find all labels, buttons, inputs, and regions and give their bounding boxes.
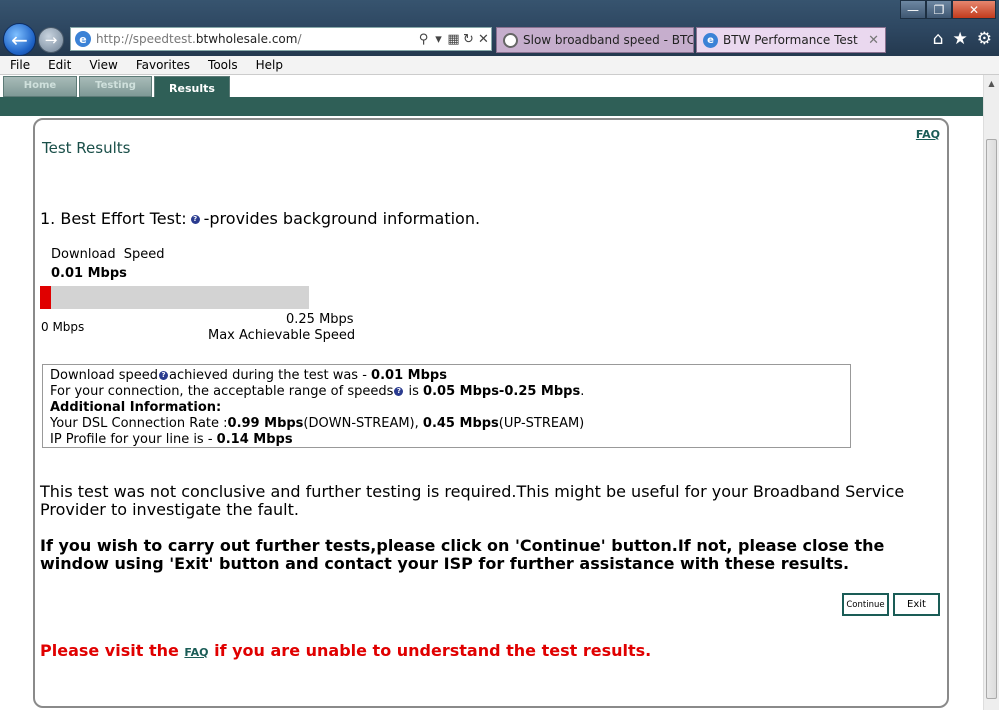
favorites-star-icon[interactable]: ★: [953, 29, 968, 49]
arrow-left-icon: ←: [11, 27, 28, 52]
compat-view-icon[interactable]: ▦: [446, 32, 461, 47]
arrow-right-icon: →: [44, 30, 58, 49]
site-nav-tabs: Home Testing Results: [0, 75, 983, 98]
stop-icon[interactable]: ✕: [476, 32, 491, 47]
tab-results[interactable]: Results: [154, 76, 230, 98]
back-button[interactable]: ←: [3, 23, 36, 56]
header-band: [0, 97, 983, 116]
additional-info-heading: Additional Information:: [50, 400, 222, 415]
tab-title: Slow broadband speed - BTCar...: [523, 33, 693, 47]
browser-tab-performance[interactable]: e BTW Performance Test ✕: [696, 27, 886, 53]
download-speed-value: 0.01 Mbps: [51, 266, 127, 281]
ie-favicon-icon: e: [75, 31, 91, 47]
dropdown-icon[interactable]: ▾: [431, 32, 446, 47]
search-icon[interactable]: ⚲: [416, 32, 431, 47]
info-line-ip-profile: IP Profile for your line is - 0.14 Mbps: [50, 432, 293, 447]
menu-file[interactable]: File: [0, 58, 38, 72]
further-tests-instructions: If you wish to carry out further tests,p…: [40, 536, 885, 573]
home-icon[interactable]: ⌂: [933, 29, 944, 49]
scrollbar-thumb[interactable]: [986, 139, 997, 699]
window-controls: — ❐ ✕: [900, 0, 996, 19]
address-url[interactable]: http://speedtest.btwholesale.com/: [96, 32, 416, 46]
close-window-button[interactable]: ✕: [952, 0, 996, 19]
results-panel: FAQ Test Results 1. Best Effort Test:? -p…: [33, 118, 949, 708]
faq-link-inline[interactable]: FAQ: [184, 646, 208, 659]
tab-testing[interactable]: Testing: [79, 76, 152, 97]
refresh-icon[interactable]: ↻: [461, 32, 476, 47]
menu-favorites[interactable]: Favorites: [126, 58, 198, 72]
best-effort-heading: 1. Best Effort Test:? -provides backgroun…: [40, 209, 481, 228]
maximize-button[interactable]: ❐: [926, 0, 952, 19]
browser-tab-btcare[interactable]: Slow broadband speed - BTCar...: [496, 27, 694, 53]
browser-chrome: ← → e http://speedtest.btwholesale.com/ …: [0, 0, 999, 56]
visit-faq-message: Please visit the FAQ if you are unable t…: [40, 641, 652, 660]
web-page: Home Testing Results FAQ Test Results 1.…: [0, 75, 983, 710]
ie-favicon-icon: e: [703, 32, 718, 48]
address-bar[interactable]: e http://speedtest.btwholesale.com/ ⚲ ▾ …: [70, 27, 492, 51]
minimize-button[interactable]: —: [900, 0, 926, 19]
gear-icon[interactable]: ⚙: [977, 29, 992, 49]
menu-help[interactable]: Help: [246, 58, 291, 72]
vertical-scrollbar[interactable]: ▲: [983, 75, 999, 710]
tab-home[interactable]: Home: [3, 76, 77, 97]
info-line-download: Download speed? achieved during the test …: [50, 368, 447, 383]
browser-toolbar-icons: ⌂ ★ ⚙: [933, 29, 992, 49]
info-icon[interactable]: ?: [190, 215, 200, 224]
info-icon[interactable]: ?: [394, 387, 404, 396]
speed-bar: [40, 286, 309, 309]
page-title: Test Results: [42, 139, 131, 157]
exit-button[interactable]: Exit: [893, 593, 940, 616]
speed-bar-fill: [40, 286, 51, 309]
faq-link[interactable]: FAQ: [916, 128, 940, 141]
continue-button[interactable]: Continue: [842, 593, 889, 616]
speed-min-label: 0 Mbps: [41, 320, 85, 334]
info-line-dsl: Your DSL Connection Rate :0.99 Mbps(DOWN…: [50, 416, 585, 431]
menu-tools[interactable]: Tools: [198, 58, 246, 72]
download-speed-label: Download Speed: [51, 247, 165, 262]
menu-view[interactable]: View: [79, 58, 125, 72]
inconclusive-message: This test was not conclusive and further…: [40, 482, 905, 519]
info-icon[interactable]: ?: [159, 371, 169, 380]
menu-bar: File Edit View Favorites Tools Help: [0, 56, 999, 75]
forward-button[interactable]: →: [38, 27, 64, 53]
speed-max-value: 0.25 Mbps: [286, 312, 354, 327]
close-tab-icon[interactable]: ✕: [868, 33, 879, 48]
loading-icon: [503, 32, 518, 48]
speed-max-label: Max Achievable Speed: [208, 328, 356, 343]
results-info-box: Download speed? achieved during the test …: [42, 364, 851, 448]
info-line-range: For your connection, the acceptable rang…: [50, 384, 585, 399]
tab-title: BTW Performance Test: [723, 33, 858, 47]
menu-edit[interactable]: Edit: [38, 58, 79, 72]
scroll-up-icon[interactable]: ▲: [984, 75, 999, 91]
